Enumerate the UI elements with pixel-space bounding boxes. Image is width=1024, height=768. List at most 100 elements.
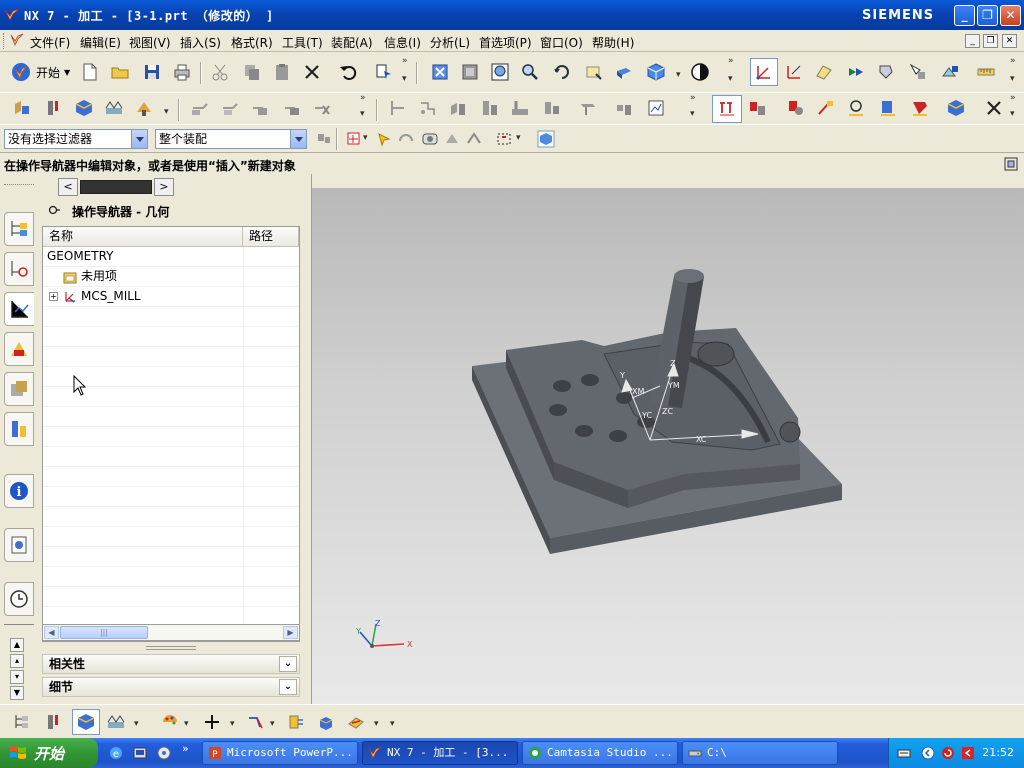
menu-assembly[interactable]: 装配(A) — [331, 34, 373, 51]
web-browser-tab[interactable] — [4, 528, 34, 562]
navigator-scroll-right-button[interactable]: > — [154, 178, 174, 196]
program-order-view-button[interactable] — [712, 95, 742, 123]
chevron-down-icon[interactable]: ⌄ — [279, 679, 297, 695]
media-player-icon[interactable] — [132, 745, 148, 761]
maximize-graphics-icon[interactable] — [1004, 157, 1018, 171]
task-powerpoint[interactable]: P Microsoft PowerP... — [202, 741, 358, 765]
selection-scope-select[interactable]: 整个装配 — [155, 129, 307, 149]
paste-object-button[interactable] — [248, 96, 272, 120]
panel-splitter[interactable] — [146, 646, 196, 650]
tool-library-tab[interactable] — [4, 412, 34, 446]
task-nx7[interactable]: NX 7 - 加工 - [3... — [362, 741, 518, 765]
graphics-window[interactable]: Z YM XM YC ZC XC Y Z Y X — [312, 174, 1024, 704]
curve-rule-button[interactable] — [462, 127, 486, 151]
feeds-speeds-button[interactable] — [844, 96, 868, 120]
delete-object-button[interactable] — [310, 96, 334, 120]
assembly-navigator-tab[interactable] — [4, 212, 34, 246]
start-menu-button[interactable]: 开始 ▼ — [10, 60, 70, 84]
menu-info[interactable]: 信息(I) — [384, 34, 421, 51]
method-view-toggle-button[interactable] — [104, 710, 128, 734]
pan-button[interactable] — [582, 60, 606, 84]
generate-path-button[interactable] — [386, 96, 410, 120]
paste-button[interactable] — [270, 60, 294, 84]
zoom-area-button[interactable] — [488, 60, 512, 84]
tree-row-unused[interactable]: 未用项 — [43, 267, 299, 287]
select-all-button[interactable] — [372, 127, 396, 151]
column-name-header[interactable]: 名称 — [43, 227, 243, 247]
resbar-scroll-down-button[interactable]: ▾ — [10, 670, 24, 684]
print-button[interactable] — [170, 60, 194, 84]
resbar-scroll-up-button-2[interactable]: ▴ — [10, 654, 24, 668]
machine-navigator-tab[interactable] — [4, 332, 34, 366]
method-view-button[interactable] — [814, 96, 838, 120]
open-file-button[interactable] — [108, 60, 132, 84]
tool-view-button[interactable] — [42, 710, 66, 734]
render-style-button[interactable] — [644, 60, 668, 84]
part-model[interactable]: Z YM XM YC ZC XC Y Z Y X — [312, 174, 1024, 704]
measure-button[interactable] — [974, 60, 998, 84]
create-method-button[interactable] — [102, 96, 126, 120]
create-operation-button[interactable] — [132, 96, 156, 120]
copy-object-button[interactable] — [218, 96, 242, 120]
minimize-button[interactable]: _ — [954, 5, 975, 26]
scroll-right-button[interactable]: ▶ — [283, 626, 298, 639]
menu-analysis[interactable]: 分析(L) — [430, 34, 470, 51]
task-explorer-c[interactable]: C:\ — [682, 741, 838, 765]
dependencies-section[interactable]: 相关性 ⌄ — [42, 654, 300, 674]
simulate-button[interactable] — [508, 96, 532, 120]
create-tool-button[interactable] — [42, 96, 66, 120]
verify-button[interactable] — [906, 60, 930, 84]
wcs-origin-button[interactable] — [782, 60, 806, 84]
create-geometry-button[interactable] — [72, 96, 96, 120]
resbar-scroll-up-button[interactable]: ▲ — [10, 638, 24, 652]
post-button[interactable] — [576, 96, 600, 120]
quicklaunch-expand-icon[interactable]: » — [182, 742, 189, 755]
tree-row-geometry[interactable]: GEOMETRY — [43, 247, 299, 267]
chevron-down-icon[interactable] — [290, 130, 306, 148]
operation-navigator-tab[interactable] — [4, 292, 34, 326]
show-desktop-icon[interactable] — [156, 745, 172, 761]
verify-path-button[interactable] — [478, 96, 502, 120]
display-path-button[interactable] — [876, 96, 900, 120]
output-cls-button[interactable] — [644, 96, 668, 120]
reuse-library-tab[interactable] — [4, 372, 34, 406]
column-path-header[interactable]: 路径 — [243, 227, 299, 247]
paste-inside-button[interactable] — [280, 96, 304, 120]
navigator-scroll-left-button[interactable]: < — [58, 178, 78, 196]
geometry-view-toggle-button[interactable] — [72, 709, 100, 735]
scroll-thumb[interactable]: ||| — [60, 626, 148, 639]
create-feature-button[interactable] — [158, 710, 182, 734]
menubar-grip[interactable] — [3, 33, 6, 49]
menu-window[interactable]: 窗口(O) — [540, 34, 583, 51]
history-tab[interactable] — [4, 582, 34, 616]
new-file-button[interactable] — [78, 60, 102, 84]
tray-expand-icon[interactable] — [921, 746, 935, 760]
command-finder-button[interactable] — [372, 60, 396, 84]
generate-button[interactable] — [844, 60, 868, 84]
menu-insert[interactable]: 插入(S) — [180, 34, 221, 51]
save-button[interactable] — [140, 60, 164, 84]
zoom-window-button[interactable] — [458, 60, 482, 84]
close-toolbar-x-button[interactable] — [982, 96, 1006, 120]
feature-edge-button[interactable] — [418, 127, 442, 151]
navigator-horizontal-scrollbar[interactable]: ◀ ||| ▶ — [42, 624, 300, 641]
geometry-view-button[interactable] — [784, 96, 808, 120]
undo-button[interactable] — [336, 60, 360, 84]
recorder-icon[interactable] — [961, 746, 975, 760]
create-program-button[interactable] — [10, 96, 34, 120]
maximize-button[interactable]: ❐ — [977, 5, 998, 26]
datum-csys-button[interactable] — [244, 710, 268, 734]
rectangle-select-button[interactable] — [492, 127, 516, 151]
part-navigator-button[interactable] — [534, 127, 558, 151]
chevron-down-icon[interactable]: ⌄ — [279, 656, 297, 672]
shaded-view-button[interactable] — [612, 60, 636, 84]
machine-button[interactable] — [540, 96, 564, 120]
edge-blend-button[interactable] — [344, 710, 368, 734]
windows-start-button[interactable]: 开始 — [0, 738, 98, 768]
menu-edit[interactable]: 编辑(E) — [80, 34, 121, 51]
fit-view-button[interactable] — [428, 60, 452, 84]
resbar-scroll-down-button-2[interactable]: ▼ — [10, 686, 24, 700]
postprocess-button[interactable] — [938, 60, 962, 84]
menu-help[interactable]: 帮助(H) — [592, 34, 634, 51]
cut-button[interactable] — [208, 60, 232, 84]
